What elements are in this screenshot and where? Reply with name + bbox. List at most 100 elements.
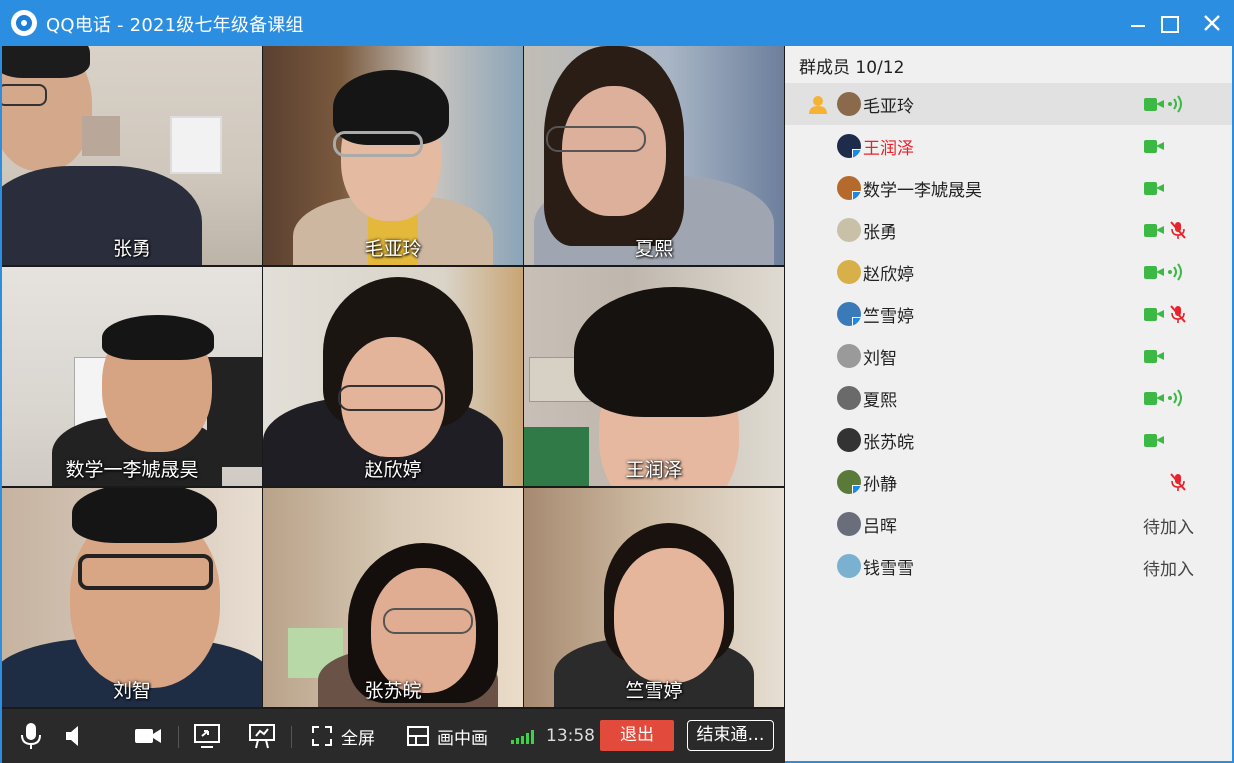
device-badge-icon (852, 191, 861, 200)
avatar (837, 554, 861, 578)
member-row[interactable]: 数学一李虓晟昊 (785, 167, 1232, 209)
member-count-title: 群成员 10/12 (799, 58, 905, 78)
avatar (837, 386, 861, 410)
member-panel: 群成员 10/12 毛亚玲王润泽数学一李虓晟昊张勇赵欣婷竺雪婷刘智夏熙张苏皖孙静… (785, 46, 1232, 761)
avatar (837, 134, 861, 158)
member-name: 夏熙 (863, 391, 897, 411)
video-tile[interactable]: 毛亚玲 (263, 46, 523, 265)
screen-share-icon (194, 724, 220, 748)
video-tile[interactable]: 数学一李虓晟昊 (2, 267, 262, 486)
window-title: QQ电话 - 2021级七年级备课组 (46, 15, 304, 36)
host-icon (807, 93, 829, 115)
picture-in-picture-icon (407, 726, 429, 746)
avatar (837, 428, 861, 452)
video-tile[interactable]: 刘智 (2, 488, 262, 707)
call-time: 13:58 (546, 726, 595, 746)
speaking-icon (1167, 389, 1187, 407)
video-tile[interactable]: 夏熙 (524, 46, 784, 265)
video-tile[interactable]: 王润泽 (524, 267, 784, 486)
member-name: 竺雪婷 (863, 307, 914, 327)
participant-name: 张勇 (112, 238, 151, 260)
wall-picture (82, 116, 120, 156)
avatar (837, 470, 861, 494)
video-tile[interactable]: 赵欣婷 (263, 267, 523, 486)
toolbar-divider (178, 726, 179, 748)
screen-share-button[interactable] (193, 709, 221, 763)
participant-name: 刘智 (112, 680, 151, 702)
avatar (837, 176, 861, 200)
member-row[interactable]: 张勇 (785, 209, 1232, 251)
video-tile[interactable]: 张苏皖 (263, 488, 523, 707)
title-bar[interactable]: QQ电话 - 2021级七年级备课组 (0, 0, 1234, 46)
member-row[interactable]: 吕晖 待加入 (785, 503, 1232, 545)
member-row[interactable]: 毛亚玲 (785, 83, 1232, 125)
video-grid: 张勇 毛亚玲 夏熙 数学一李虓晟昊 赵欣婷 王润泽 刘智 张苏皖 竺雪婷 (2, 46, 785, 709)
fullscreen-icon (312, 726, 332, 746)
end-call-button[interactable]: 结束通… (687, 720, 774, 751)
participant-name: 竺雪婷 (625, 680, 683, 702)
video-tile[interactable]: 竺雪婷 (524, 488, 784, 707)
device-badge-icon (852, 485, 861, 494)
member-row[interactable]: 张苏皖 (785, 419, 1232, 461)
camera-on-icon (1144, 98, 1164, 111)
camera-on-icon (1144, 266, 1164, 279)
member-name: 张苏皖 (863, 433, 914, 453)
camera-on-icon (1144, 392, 1164, 405)
member-row[interactable]: 孙静 (785, 461, 1232, 503)
member-name: 吕晖 (863, 517, 897, 537)
signal-strength-icon (511, 730, 534, 744)
device-badge-icon (852, 317, 861, 326)
member-row[interactable]: 刘智 (785, 335, 1232, 377)
exit-button[interactable]: 退出 (600, 720, 674, 751)
minimize-button[interactable] (1124, 9, 1152, 37)
member-name: 数学一李虓晟昊 (863, 181, 982, 201)
pip-label: 画中画 (437, 728, 488, 749)
avatar (837, 302, 861, 326)
mic-muted-icon (1168, 472, 1188, 492)
member-name: 毛亚玲 (863, 97, 914, 117)
participant-name: 毛亚玲 (364, 238, 422, 260)
member-row[interactable]: 钱雪雪 待加入 (785, 545, 1232, 587)
avatar (837, 344, 861, 368)
mic-muted-icon (1168, 220, 1188, 240)
presentation-icon (249, 724, 275, 749)
avatar (837, 512, 861, 536)
member-name: 孙静 (863, 475, 897, 495)
member-name: 赵欣婷 (863, 265, 914, 285)
camera-on-icon (1144, 434, 1164, 447)
avatar (837, 218, 861, 242)
member-name: 王润泽 (863, 139, 914, 159)
video-tile[interactable]: 张勇 (2, 46, 262, 265)
speaking-icon (1167, 95, 1187, 113)
fullscreen-button[interactable]: 全屏 (311, 709, 375, 763)
pending-status: 待加入 (1143, 518, 1194, 538)
wall-picture (170, 116, 222, 174)
camera-on-icon (1144, 224, 1164, 237)
camera-on-icon (1144, 140, 1164, 153)
slideshow-button[interactable] (248, 709, 276, 763)
microphone-button[interactable] (18, 709, 44, 763)
participant-name: 夏熙 (634, 238, 673, 260)
member-name: 刘智 (863, 349, 897, 369)
maximize-button[interactable] (1154, 9, 1182, 37)
picture-in-picture-button[interactable]: 画中画 (407, 709, 488, 763)
member-name: 钱雪雪 (863, 559, 914, 579)
qq-logo-icon (11, 10, 37, 36)
member-row[interactable]: 赵欣婷 (785, 251, 1232, 293)
speaker-icon (66, 726, 78, 746)
participant-name: 赵欣婷 (364, 459, 422, 481)
speaker-button[interactable] (64, 709, 86, 763)
member-row[interactable]: 竺雪婷 (785, 293, 1232, 335)
toolbar-divider (291, 726, 292, 748)
member-row[interactable]: 王润泽 (785, 125, 1232, 167)
participant-name: 张苏皖 (364, 680, 422, 702)
close-icon (1204, 15, 1220, 31)
mic-muted-icon (1168, 304, 1188, 324)
qq-call-window: QQ电话 - 2021级七年级备课组 张勇 毛亚玲 夏熙 数学一李虓晟昊 赵欣婷… (0, 0, 1234, 763)
close-button[interactable] (1198, 9, 1226, 37)
network-status: 13:58 (510, 709, 595, 763)
camera-button[interactable] (134, 709, 162, 763)
pending-status: 待加入 (1143, 560, 1194, 580)
participant-name: 数学一李虓晟昊 (65, 459, 199, 481)
member-row[interactable]: 夏熙 (785, 377, 1232, 419)
